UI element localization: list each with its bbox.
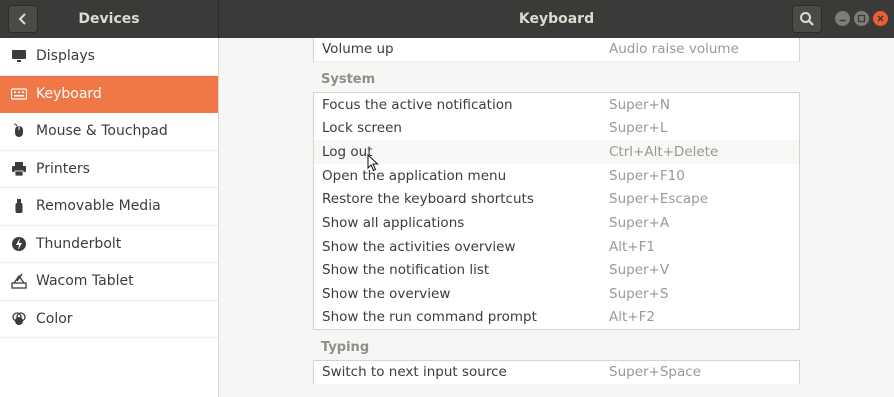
minimize-icon (839, 19, 846, 22)
search-icon (800, 12, 814, 26)
shortcut-name: Show the activities overview (322, 238, 516, 255)
section-header-typing: Typing (313, 330, 800, 361)
shortcut-row[interactable]: Show the overview Super+S (313, 282, 800, 306)
shortcut-row[interactable]: Focus the active notification Super+N (313, 92, 800, 117)
section-header-system: System (313, 62, 800, 93)
sidebar-item-wacom-tablet[interactable]: Wacom Tablet (0, 263, 218, 301)
chevron-left-icon (18, 13, 26, 25)
close-button[interactable] (873, 11, 888, 26)
sidebar-item-thunderbolt[interactable]: Thunderbolt (0, 226, 218, 263)
minimize-button[interactable] (835, 11, 850, 26)
shortcut-accel: Audio raise volume (609, 41, 739, 58)
shortcut-accel: Super+L (609, 120, 668, 137)
sidebar-item-color[interactable]: Color (0, 301, 218, 338)
shortcut-row[interactable]: Show the activities overview Alt+F1 (313, 234, 800, 259)
shortcut-accel: Super+Escape (609, 191, 708, 208)
sidebar-item-label: Removable Media (36, 198, 161, 215)
shortcut-accel: Super+N (609, 96, 670, 113)
window-controls (835, 11, 888, 26)
shortcut-name: Volume up (322, 41, 394, 58)
sidebar-item-mouse-touchpad[interactable]: Mouse & Touchpad (0, 113, 218, 151)
shortcut-name: Switch to next input source (322, 364, 507, 381)
back-button[interactable] (8, 5, 38, 33)
shortcut-row[interactable]: Log out Ctrl+Alt+Delete (313, 140, 800, 164)
shortcut-accel: Super+S (609, 286, 669, 303)
shortcut-name: Show the run command prompt (322, 309, 537, 326)
sidebar: Displays Keyboard Mouse & Touchpad Print… (0, 38, 219, 397)
sidebar-item-keyboard[interactable]: Keyboard (0, 75, 218, 113)
shortcut-accel: Ctrl+Alt+Delete (609, 143, 719, 160)
shortcut-accel: Super+F10 (609, 167, 685, 184)
header-right-pane: Keyboard (219, 0, 894, 38)
shortcut-row[interactable]: Switch to next input source Super+Space (313, 360, 800, 385)
mouse-pointer-icon (367, 154, 379, 172)
display-icon (10, 47, 28, 65)
shortcut-accel: Super+Space (609, 364, 702, 381)
shortcut-row[interactable]: Show the notification list Super+V (313, 258, 800, 283)
sidebar-item-label: Thunderbolt (36, 235, 122, 252)
shortcut-row[interactable]: Restore the keyboard shortcuts Super+Esc… (313, 187, 800, 212)
shortcut-name: Log out (322, 143, 373, 160)
shortcut-name: Show all applications (322, 214, 465, 231)
sidebar-item-label: Color (36, 310, 73, 327)
header-bar: Devices Keyboard (0, 0, 894, 38)
shortcut-name: Lock screen (322, 120, 402, 137)
mouse-icon (10, 122, 28, 140)
maximize-button[interactable] (854, 11, 869, 26)
devices-title: Devices (78, 11, 140, 27)
sidebar-item-printers[interactable]: Printers (0, 151, 218, 188)
sidebar-item-removable-media[interactable]: Removable Media (0, 188, 218, 226)
color-icon (10, 310, 28, 328)
shortcut-row[interactable]: Lock screen Super+L (313, 116, 800, 141)
sidebar-item-displays[interactable]: Displays (0, 38, 218, 76)
sidebar-item-label: Displays (36, 48, 95, 65)
keyboard-icon (10, 85, 28, 103)
shortcut-name: Show the overview (322, 286, 451, 303)
shortcut-accel: Alt+F1 (609, 238, 655, 255)
thunderbolt-icon (10, 235, 28, 253)
shortcut-list: Volume up Audio raise volume System Focu… (313, 38, 800, 397)
shortcut-row-volume-up[interactable]: Volume up Audio raise volume (313, 38, 800, 62)
shortcut-accel: Super+V (609, 262, 670, 279)
sidebar-item-label: Mouse & Touchpad (36, 123, 168, 140)
shortcut-row[interactable]: Show all applications Super+A (313, 211, 800, 235)
shortcut-name: Show the notification list (322, 262, 490, 279)
shortcut-accel: Alt+F2 (609, 309, 655, 326)
shortcut-row[interactable]: Open the application menu Super+F10 (313, 163, 800, 188)
shortcut-row[interactable]: Show the run command prompt Alt+F2 (313, 305, 800, 330)
page-title: Keyboard (518, 11, 595, 27)
printer-icon (10, 160, 28, 178)
wacom-tablet-icon (10, 272, 28, 290)
shortcut-name: Restore the keyboard shortcuts (322, 191, 534, 208)
header-left-pane: Devices (0, 0, 219, 38)
shortcut-name: Open the application menu (322, 167, 507, 184)
maximize-icon (857, 14, 866, 23)
search-button[interactable] (792, 5, 822, 33)
sidebar-item-label: Keyboard (36, 85, 102, 102)
shortcut-name: Focus the active notification (322, 96, 513, 113)
sidebar-item-label: Printers (36, 160, 90, 177)
sidebar-item-label: Wacom Tablet (36, 273, 134, 290)
close-icon (877, 15, 884, 22)
usb-drive-icon (10, 197, 28, 215)
main-content: Volume up Audio raise volume System Focu… (220, 38, 894, 397)
shortcut-accel: Super+A (609, 214, 670, 231)
